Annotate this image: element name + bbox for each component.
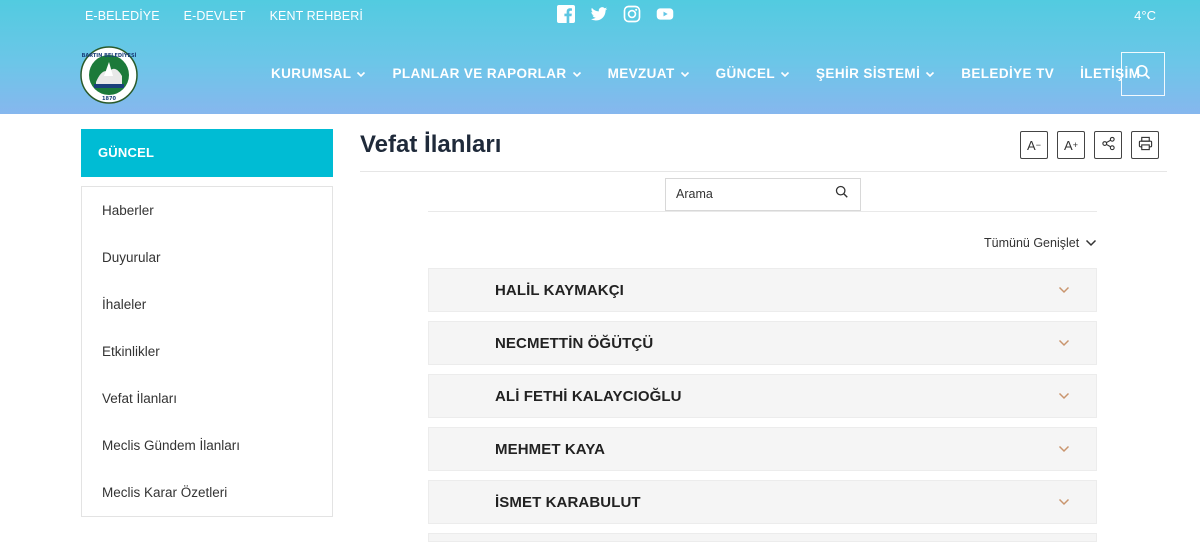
accordion-item[interactable]: ALİ FETHİ KALAYCIOĞLU <box>428 374 1097 418</box>
sidebar-item-vefat-ilanlari[interactable]: Vefat İlanları <box>82 375 332 422</box>
nav-guncel[interactable]: GÜNCEL <box>716 66 790 81</box>
nav-mevzuat[interactable]: MEVZUAT <box>608 66 690 81</box>
search-icon <box>835 185 849 204</box>
chevron-down-icon <box>1058 443 1070 455</box>
instagram-icon[interactable] <box>623 5 641 23</box>
facebook-icon[interactable] <box>557 5 575 23</box>
page-tools: A − A + <box>1020 131 1159 159</box>
announcement-search <box>665 178 861 211</box>
chevron-down-icon <box>572 69 582 79</box>
nav-sehir-sistemi[interactable]: ŞEHİR SİSTEMİ <box>816 66 935 81</box>
nav-label: PLANLAR VE RAPORLAR <box>392 66 567 81</box>
municipality-logo[interactable]: BARTIN BELEDİYESİ 1870 <box>80 46 138 104</box>
nav-label: BELEDİYE TV <box>961 66 1055 81</box>
nav-label: ŞEHİR SİSTEMİ <box>816 66 921 81</box>
sidebar-title: GÜNCEL <box>81 129 333 177</box>
accordion-item-partial[interactable] <box>428 533 1097 542</box>
font-increase-button[interactable]: A + <box>1057 131 1085 159</box>
deceased-name: NECMETTİN ÖĞÜTÇÜ <box>495 334 654 352</box>
search-input[interactable] <box>666 181 824 206</box>
chevron-down-icon <box>1058 337 1070 349</box>
top-link-e-belediye[interactable]: E-BELEDİYE <box>85 9 160 23</box>
font-decrease-label: A <box>1027 137 1036 153</box>
chevron-down-icon <box>356 69 366 79</box>
deceased-name: MEHMET KAYA <box>495 440 606 458</box>
search-divider <box>428 211 1097 212</box>
chevron-down-icon <box>1058 284 1070 296</box>
nav-planlar-ve-raporlar[interactable]: PLANLAR VE RAPORLAR <box>392 66 581 81</box>
temperature: 4°C <box>1134 8 1156 23</box>
sidebar-item-meclis-gundem-ilanlari[interactable]: Meclis Gündem İlanları <box>82 422 332 469</box>
chevron-down-icon <box>1058 390 1070 402</box>
nav-label: KURUMSAL <box>271 66 352 81</box>
page-title: Vefat İlanları <box>360 131 502 158</box>
accordion-item[interactable]: İSMET KARABULUT <box>428 480 1097 524</box>
expand-all-label: Tümünü Genişlet <box>984 236 1080 250</box>
top-link-kent-rehberi[interactable]: KENT REHBERİ <box>270 9 363 23</box>
search-submit-button[interactable] <box>824 179 860 210</box>
nav-label: MEVZUAT <box>607 66 675 81</box>
chevron-down-icon <box>1085 237 1097 249</box>
expand-all-toggle[interactable]: Tümünü Genişlet <box>984 236 1097 250</box>
print-icon <box>1138 136 1153 154</box>
chevron-down-icon <box>925 69 935 79</box>
font-decrease-button[interactable]: A − <box>1020 131 1048 159</box>
deceased-name: İSMET KARABULUT <box>495 493 641 511</box>
chevron-down-icon <box>680 69 690 79</box>
deceased-name: ALİ FETHİ KALAYCIOĞLU <box>495 387 682 405</box>
nav-kurumsal[interactable]: KURUMSAL <box>271 66 366 81</box>
sidebar-item-etkinlikler[interactable]: Etkinlikler <box>82 328 332 375</box>
header-search-button[interactable] <box>1121 52 1165 96</box>
twitter-icon[interactable] <box>590 5 608 23</box>
share-icon <box>1101 136 1116 154</box>
print-button[interactable] <box>1131 131 1159 159</box>
sidebar-item-meclis-karar-ozetleri[interactable]: Meclis Karar Özetleri <box>82 469 332 516</box>
top-link-e-devlet[interactable]: E-DEVLET <box>184 9 246 23</box>
search-icon <box>1135 64 1151 85</box>
sidebar-item-duyurular[interactable]: Duyurular <box>82 234 332 281</box>
nav-label: GÜNCEL <box>715 66 776 81</box>
accordion-item[interactable]: MEHMET KAYA <box>428 427 1097 471</box>
share-button[interactable] <box>1094 131 1122 159</box>
title-divider <box>360 171 1167 172</box>
youtube-icon[interactable] <box>656 5 674 23</box>
font-increase-label: A <box>1064 137 1073 153</box>
sidebar-item-ihaleler[interactable]: İhaleler <box>82 281 332 328</box>
site-header: E-BELEDİYE E-DEVLET KENT REHBERİ 4°C BAR… <box>0 0 1200 114</box>
top-links: E-BELEDİYE E-DEVLET KENT REHBERİ <box>85 9 363 23</box>
main-nav: KURUMSAL PLANLAR VE RAPORLAR MEVZUAT GÜN… <box>271 66 1166 81</box>
accordion-item[interactable]: HALİL KAYMAKÇI <box>428 268 1097 312</box>
nav-belediye-tv[interactable]: BELEDİYE TV <box>961 66 1054 81</box>
chevron-down-icon <box>780 69 790 79</box>
sidebar-menu: Haberler Duyurular İhaleler Etkinlikler … <box>81 186 333 517</box>
chevron-down-icon <box>1058 496 1070 508</box>
deceased-name: HALİL KAYMAKÇI <box>495 281 624 299</box>
social-links <box>557 5 674 23</box>
sidebar-item-haberler[interactable]: Haberler <box>82 187 332 234</box>
accordion-item[interactable]: NECMETTİN ÖĞÜTÇÜ <box>428 321 1097 365</box>
logo-text: BARTIN BELEDİYESİ <box>82 52 137 59</box>
logo-year: 1870 <box>102 96 116 102</box>
